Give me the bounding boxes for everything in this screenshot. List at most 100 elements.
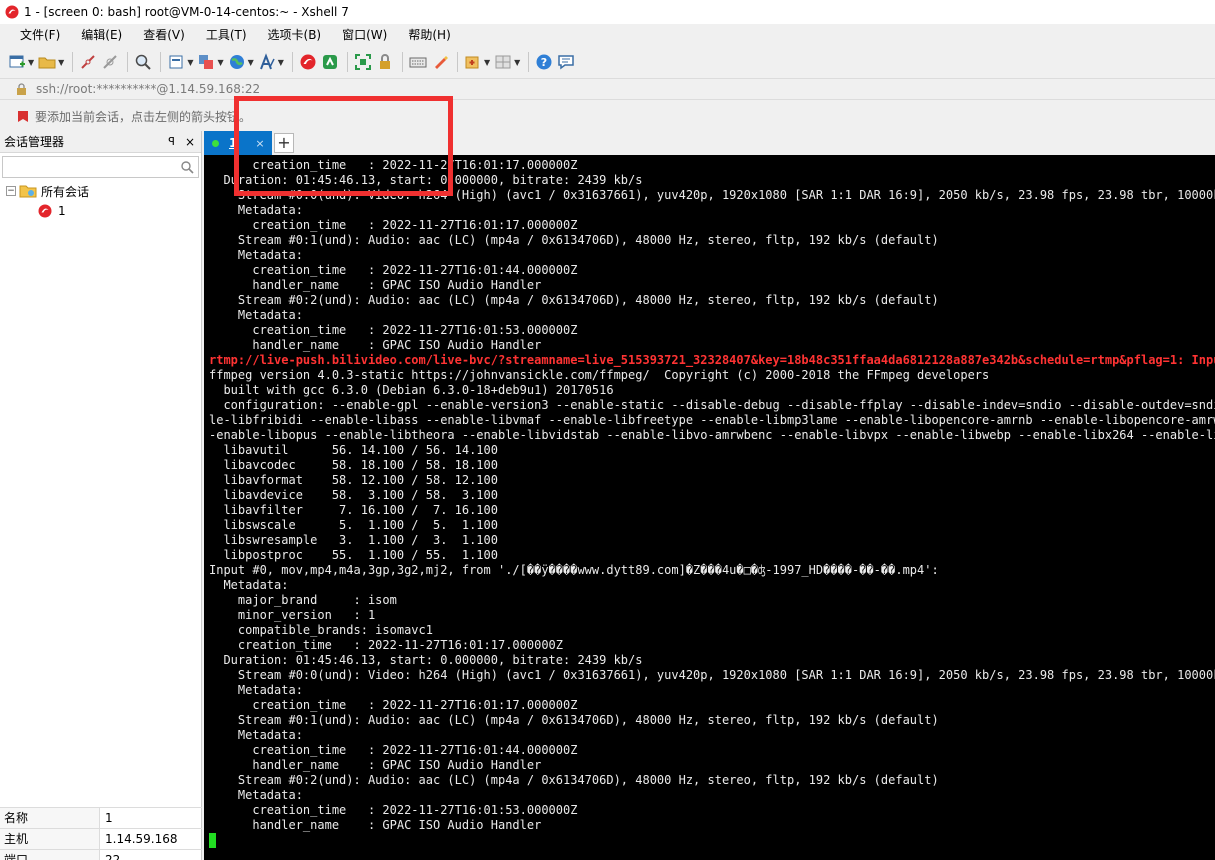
menu-help[interactable]: 帮助(H) xyxy=(394,24,457,46)
terminal-line: Input #0, mov,mp4,m4a,3gp,3g2,mj2, from … xyxy=(209,563,939,577)
terminal-line: Stream #0:1(und): Audio: aac (LC) (mp4a … xyxy=(209,233,939,247)
transfer-icon xyxy=(199,55,214,69)
terminal-line: Metadata: xyxy=(209,683,303,697)
menu-window[interactable]: 窗口(W) xyxy=(328,24,394,46)
fullscreen-button[interactable] xyxy=(354,49,372,75)
window-title: 1 - [screen 0: bash] root@VM-0-14-centos… xyxy=(24,5,349,19)
close-icon[interactable]: × xyxy=(185,135,195,149)
terminal-line: Metadata: xyxy=(209,308,303,322)
open-folder-icon xyxy=(38,57,56,69)
menu-tab[interactable]: 选项卡(B) xyxy=(254,24,329,46)
xshell-button[interactable] xyxy=(299,49,317,75)
lock-icon xyxy=(379,54,390,69)
open-button[interactable]: ▼ xyxy=(38,49,64,75)
font-button[interactable]: ▼ xyxy=(258,49,284,75)
terminal-line: libswscale 5. 1.100 / 5. 1.100 xyxy=(209,518,498,532)
caret-down-icon[interactable]: ▼ xyxy=(217,58,223,67)
session-manager-header: 会话管理器 ꟼ × xyxy=(0,131,201,153)
toolbar-separator xyxy=(346,52,348,72)
reconnect-icon xyxy=(103,55,118,69)
toolbar: ▼ ▼ ▼ ▼ ▼ ▼ ▼ ▼ ? xyxy=(0,46,1215,78)
caret-down-icon[interactable]: ▼ xyxy=(278,58,284,67)
menu-file[interactable]: 文件(F) xyxy=(6,24,67,46)
terminal-line: libavcodec 58. 18.100 / 58. 18.100 xyxy=(209,458,498,472)
font-icon xyxy=(259,53,275,70)
xshell-icon xyxy=(300,54,316,70)
tree-item-all-sessions[interactable]: − 所有会话 xyxy=(6,181,201,201)
menu-tools[interactable]: 工具(T) xyxy=(192,24,254,46)
layout-button[interactable]: ▼ xyxy=(494,49,520,75)
caret-down-icon[interactable]: ▼ xyxy=(187,58,193,67)
terminal-line: handler_name : GPAC ISO Audio Handler xyxy=(209,338,542,352)
property-value: 22 xyxy=(105,853,121,860)
xftp-button[interactable] xyxy=(321,49,339,75)
caret-down-icon[interactable]: ▼ xyxy=(28,58,34,67)
terminal-line: ffmpeg version 4.0.3-static https://john… xyxy=(209,368,990,382)
menu-view[interactable]: 查看(V) xyxy=(129,24,192,46)
hint-text: 要添加当前会话，点击左侧的箭头按钮。 xyxy=(35,109,252,124)
property-key: 主机 xyxy=(0,829,100,849)
xshell-icon xyxy=(5,5,19,19)
caret-down-icon[interactable]: ▼ xyxy=(514,58,520,67)
search-icon[interactable] xyxy=(180,160,194,174)
caret-down-icon[interactable]: ▼ xyxy=(58,58,64,67)
fullscreen-icon xyxy=(354,54,371,70)
terminal-line: Duration: 01:45:46.13, start: 0.000000, … xyxy=(209,653,643,667)
terminal-line: Stream #0:0(und): Video: h264 (High) (av… xyxy=(209,668,1215,682)
find-button[interactable] xyxy=(134,49,152,75)
terminal-line: libpostproc 55. 1.100 / 55. 1.100 xyxy=(209,548,498,562)
highlight-button[interactable] xyxy=(431,49,449,75)
caret-down-icon[interactable]: ▼ xyxy=(248,58,254,67)
folder-icon xyxy=(19,185,37,198)
address-bar[interactable]: ssh://root:**********@1.14.59.168:22 xyxy=(0,78,1215,100)
toolbar-separator xyxy=(160,52,162,72)
toolbar-separator xyxy=(127,52,129,72)
bookmark-icon[interactable] xyxy=(17,110,29,123)
lock-button[interactable] xyxy=(376,49,394,75)
xftp-icon xyxy=(322,55,337,69)
property-value: 1 xyxy=(105,811,113,825)
terminal-line: built with gcc 6.3.0 (Debian 6.3.0-18+de… xyxy=(209,383,614,397)
terminal-output: creation_time : 2022-11-27T16:01:17.0000… xyxy=(209,158,1215,833)
new-tab-icon xyxy=(169,55,183,69)
terminal[interactable]: creation_time : 2022-11-27T16:01:17.0000… xyxy=(204,155,1215,860)
pin-icon[interactable]: ꟼ xyxy=(168,135,175,148)
terminal-line: libswresample 3. 1.100 / 3. 1.100 xyxy=(209,533,498,547)
session-tree: − 所有会话 1 xyxy=(0,181,201,221)
new-tab-button[interactable]: ▼ xyxy=(167,49,193,75)
connected-status-icon xyxy=(212,139,219,147)
keyboard-button[interactable] xyxy=(409,49,427,75)
terminal-line: creation_time : 2022-11-27T16:01:44.0000… xyxy=(209,263,578,277)
collapse-icon[interactable]: − xyxy=(6,186,16,196)
reconnect-button[interactable] xyxy=(101,49,119,75)
layout-icon xyxy=(495,55,511,69)
terminal-line: minor_version : 1 xyxy=(209,608,376,622)
disconnect-button[interactable] xyxy=(79,49,97,75)
terminal-line: creation_time : 2022-11-27T16:01:53.0000… xyxy=(209,323,578,337)
terminal-line: Metadata: xyxy=(209,788,303,802)
terminal-cursor xyxy=(209,833,216,848)
tree-item-session-1[interactable]: 1 xyxy=(6,201,201,221)
tree-item-label: 1 xyxy=(58,204,66,218)
find-icon xyxy=(136,54,152,70)
transfer-button[interactable]: ▼ xyxy=(197,49,224,75)
help-button[interactable]: ? xyxy=(535,49,553,75)
new-session-button[interactable]: ▼ xyxy=(8,49,34,75)
terminal-line: creation_time : 2022-11-27T16:01:17.0000… xyxy=(209,638,564,652)
menu-edit[interactable]: 编辑(E) xyxy=(67,24,129,46)
property-row: 主机 1.14.59.168 xyxy=(0,828,202,849)
terminal-error-line: rtmp://live-push.bilivideo.com/live-bvc/… xyxy=(209,353,1215,367)
session-search-input[interactable] xyxy=(2,156,199,178)
toolbar-separator xyxy=(401,52,403,72)
globe-button[interactable]: ▼ xyxy=(228,49,254,75)
terminal-line: handler_name : GPAC ISO Audio Handler xyxy=(209,278,542,292)
address-text[interactable]: ssh://root:**********@1.14.59.168:22 xyxy=(36,82,260,96)
terminal-line: creation_time : 2022-11-27T16:01:17.0000… xyxy=(209,698,578,712)
compose-icon xyxy=(465,56,479,69)
highlight-icon xyxy=(434,56,448,69)
chat-button[interactable] xyxy=(557,49,575,75)
toolbar-separator xyxy=(72,52,74,72)
compose-button[interactable]: ▼ xyxy=(464,49,490,75)
terminal-line: configuration: --enable-gpl --enable-ver… xyxy=(223,398,1215,412)
caret-down-icon[interactable]: ▼ xyxy=(484,58,490,67)
